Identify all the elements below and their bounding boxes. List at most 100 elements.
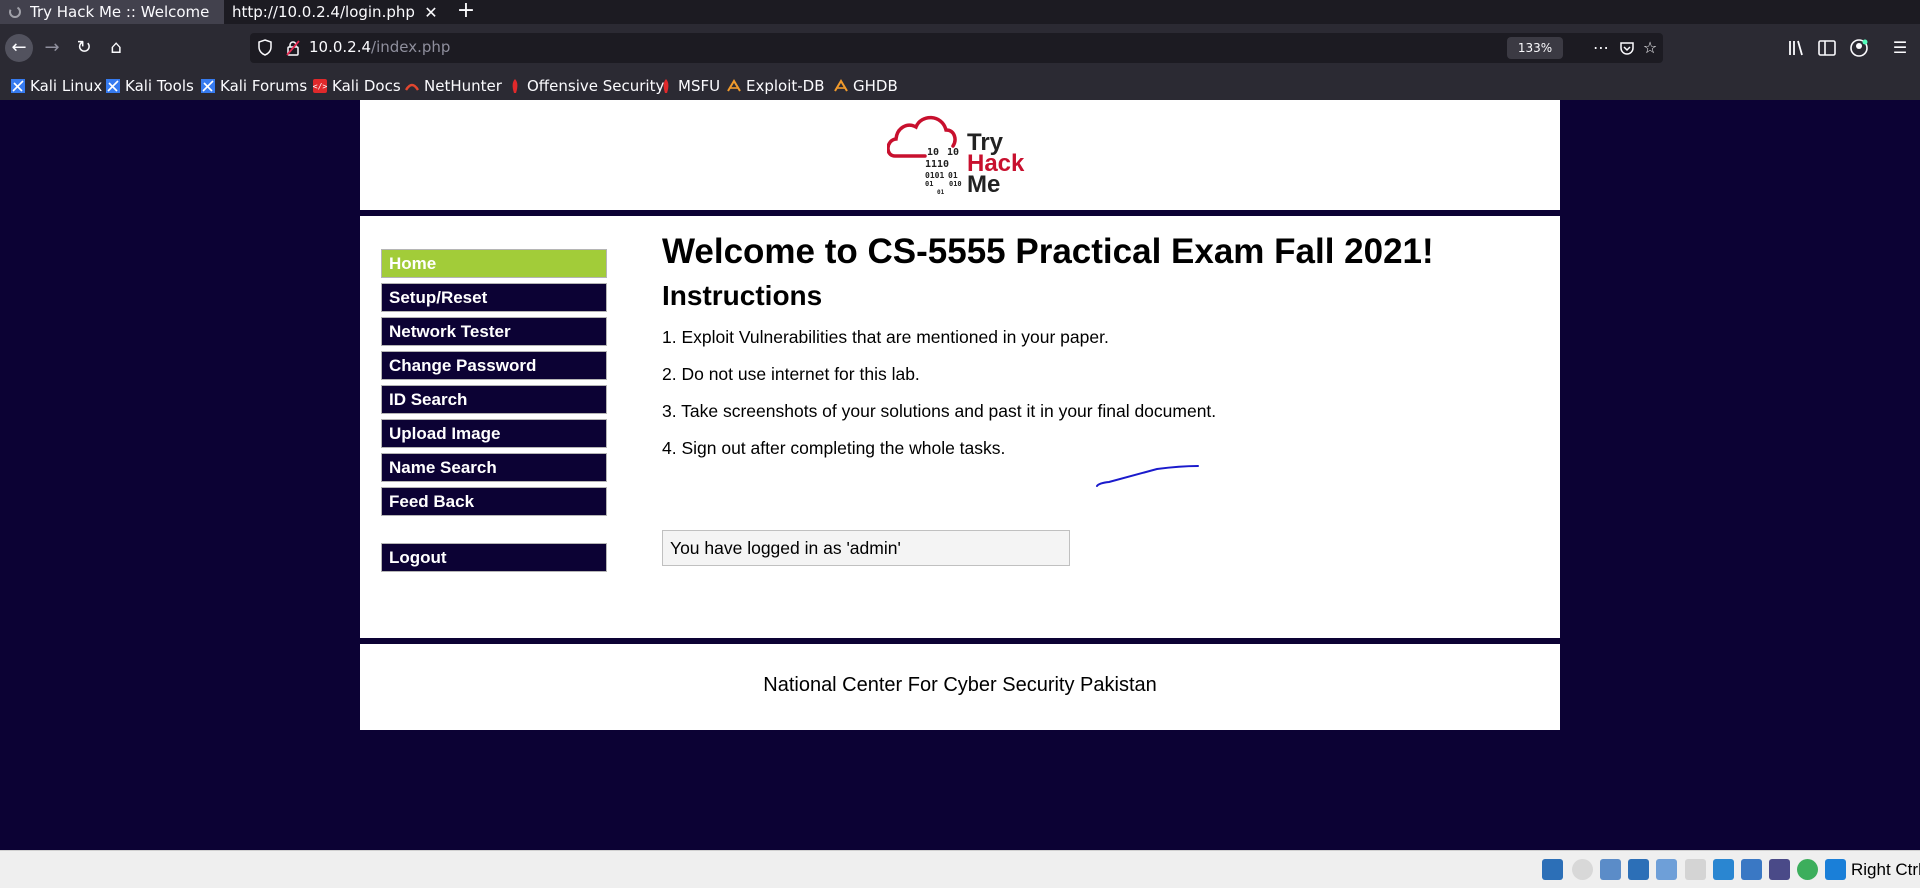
bookmark-kali-docs[interactable]: </> Kali Docs — [313, 76, 401, 96]
exploit-db-icon — [834, 79, 848, 92]
vm-optical-drive-icon[interactable] — [1572, 859, 1593, 880]
host-key-label: Right Ctrl — [1851, 860, 1920, 879]
menu-item-name-search[interactable]: Name Search — [381, 453, 607, 482]
svg-text:10: 10 — [927, 147, 939, 158]
offsec-icon — [663, 79, 669, 93]
tab-login[interactable]: http://10.0.2.4/login.php ✕ — [224, 0, 448, 24]
svg-text:01: 01 — [925, 180, 933, 188]
kali-docs-icon: </> — [313, 79, 327, 93]
vm-audio-icon[interactable] — [1600, 859, 1621, 880]
library-icon[interactable] — [1784, 36, 1808, 60]
bookmark-kali-tools[interactable]: Kali Tools — [106, 76, 194, 96]
menu-item-setup-reset[interactable]: Setup/Reset — [381, 283, 607, 312]
pen-scribble-annotation — [1096, 465, 1199, 487]
tab-welcome[interactable]: Try Hack Me :: Welcome — [0, 0, 224, 24]
svg-text:10: 10 — [947, 147, 959, 158]
svg-text:1110: 1110 — [925, 159, 949, 170]
vm-display-icon[interactable] — [1713, 859, 1734, 880]
home-button[interactable]: ⌂ — [102, 34, 130, 62]
tab-strip: Try Hack Me :: Welcome http://10.0.2.4/l… — [0, 0, 1920, 24]
reload-button[interactable]: ↻ — [70, 34, 98, 62]
url-host: 10.0.2.4 — [309, 38, 372, 56]
bookmark-label: NetHunter — [424, 77, 502, 95]
instruction-item: 3. Take screenshots of your solutions an… — [662, 401, 1217, 421]
back-button[interactable]: ← — [5, 34, 33, 62]
vm-hard-disk-icon[interactable] — [1542, 859, 1563, 880]
logout-button[interactable]: Logout — [381, 543, 607, 572]
bookmark-label: GHDB — [853, 77, 898, 95]
logo-word-me: Me — [967, 171, 1000, 198]
bookmark-exploit-db[interactable]: Exploit-DB — [727, 76, 825, 96]
vm-usb-icon[interactable] — [1656, 859, 1677, 880]
navigation-toolbar: ← → ↻ ⌂ 10.0.2.4/index.php 133% ⋯ ☆ ☰ — [0, 24, 1920, 72]
tryhackme-logo: 10 10 1110 0101 01 01 010 01 Try Hack Me — [887, 115, 1025, 198]
menu-item-feed-back[interactable]: Feed Back — [381, 487, 607, 516]
url-path: /index.php — [371, 38, 451, 56]
new-tab-button[interactable]: + — [452, 0, 480, 24]
insecure-lock-icon[interactable] — [286, 40, 300, 56]
bookmark-kali-linux[interactable]: Kali Linux — [11, 76, 102, 96]
nethunter-icon — [405, 83, 419, 91]
exploit-db-icon — [727, 79, 741, 92]
bookmark-ghdb[interactable]: GHDB — [834, 76, 898, 96]
kali-dragon-icon — [201, 79, 215, 93]
bookmark-label: Kali Tools — [125, 77, 194, 95]
svg-text:</>: </> — [313, 82, 327, 91]
menu-item-change-password[interactable]: Change Password — [381, 351, 607, 380]
bookmark-label: Offensive Security — [527, 77, 665, 95]
bookmark-label: Kali Linux — [30, 77, 103, 95]
menu-item-id-search[interactable]: ID Search — [381, 385, 607, 414]
vm-cpu-icon[interactable] — [1769, 859, 1790, 880]
bookmark-label: Kali Docs — [332, 77, 401, 95]
site-header: 10 10 1110 0101 01 01 010 01 Try Hack Me — [360, 100, 1560, 210]
menu-icon[interactable]: ☰ — [1888, 36, 1912, 60]
bookmark-label: MSFU — [678, 77, 721, 95]
svg-text:01: 01 — [937, 189, 945, 196]
menu-item-upload-image[interactable]: Upload Image — [381, 419, 607, 448]
instructions-heading: Instructions — [662, 280, 823, 311]
instruction-item: 1. Exploit Vulnerabilities that are ment… — [662, 327, 1109, 347]
bookmark-label: Exploit-DB — [746, 77, 825, 95]
bookmark-star-icon[interactable]: ☆ — [1639, 37, 1661, 59]
svg-text:01: 01 — [948, 171, 958, 180]
offsec-icon — [512, 79, 518, 93]
close-tab-icon[interactable]: ✕ — [422, 3, 440, 22]
site-footer: National Center For Cyber Security Pakis… — [360, 644, 1560, 730]
svg-text:0101: 0101 — [925, 171, 944, 180]
tracking-protection-icon[interactable] — [258, 39, 272, 56]
pocket-icon[interactable] — [1616, 37, 1638, 59]
menu-item-network-tester[interactable]: Network Tester — [381, 317, 607, 346]
login-status-box: You have logged in as 'admin' — [662, 530, 1070, 566]
tab-title: Try Hack Me :: Welcome — [30, 3, 210, 21]
vm-recording-icon[interactable] — [1741, 859, 1762, 880]
vm-shared-folder-icon[interactable] — [1685, 859, 1706, 880]
tab-title: http://10.0.2.4/login.php — [232, 3, 415, 21]
bookmark-label: Kali Forums — [220, 77, 308, 95]
menu-item-home[interactable]: Home — [381, 249, 607, 278]
vm-guest-additions-icon[interactable] — [1797, 859, 1818, 880]
bookmark-kali-forums[interactable]: Kali Forums — [201, 76, 307, 96]
zoom-indicator[interactable]: 133% — [1507, 37, 1563, 59]
bookmark-nethunter[interactable]: NetHunter — [405, 76, 502, 96]
instruction-item: 4. Sign out after completing the whole t… — [662, 438, 1006, 458]
account-icon[interactable] — [1847, 36, 1871, 60]
vm-network-icon[interactable] — [1628, 859, 1649, 880]
page-title: Welcome to CS-5555 Practical Exam Fall 2… — [662, 232, 1434, 271]
spinner-icon — [9, 6, 21, 18]
bookmark-msfu[interactable]: MSFU — [659, 76, 720, 96]
forward-button[interactable]: → — [38, 34, 66, 62]
address-bar[interactable]: 10.0.2.4/index.php 133% ⋯ ☆ — [250, 33, 1663, 63]
bookmarks-toolbar: Kali Linux Kali Tools Kali Forums </> Kal… — [0, 72, 1920, 100]
kali-dragon-icon — [11, 79, 25, 93]
page-actions-icon[interactable]: ⋯ — [1590, 37, 1612, 59]
svg-text:010: 010 — [949, 180, 962, 188]
footer-text: National Center For Cyber Security Pakis… — [763, 674, 1157, 696]
instruction-item: 2. Do not use internet for this lab. — [662, 364, 920, 384]
vm-mouse-integration-icon[interactable] — [1825, 859, 1846, 880]
url-text: 10.0.2.4/index.php — [309, 38, 450, 56]
vm-status-bar: Right Ctrl — [0, 850, 1920, 888]
bookmark-offensive-security[interactable]: Offensive Security — [508, 76, 664, 96]
sidebar-icon[interactable] — [1815, 36, 1839, 60]
main-panel: Home Setup/Reset Network Tester Change P… — [360, 216, 1560, 638]
kali-dragon-icon — [106, 79, 120, 93]
